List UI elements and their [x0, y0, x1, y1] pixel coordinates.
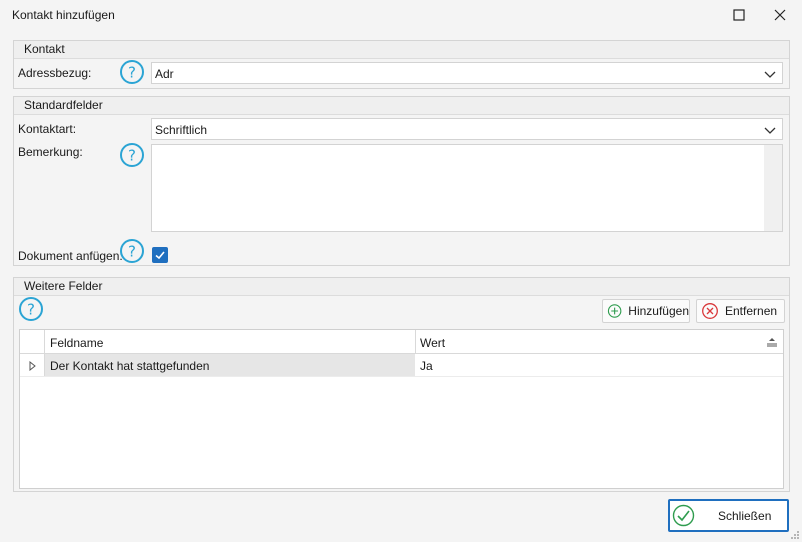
column-filter-icon[interactable] [766, 337, 778, 347]
check-circle-icon [672, 504, 695, 527]
svg-text:?: ? [128, 64, 136, 82]
checkmark-icon [155, 251, 165, 260]
column-header-wert[interactable]: Wert [420, 336, 445, 350]
adressbezug-label: Adressbezug: [18, 66, 92, 80]
adressbezug-value: Adr [155, 67, 174, 81]
add-field-button[interactable]: Hinzufügen [602, 299, 690, 323]
bemerkung-textarea[interactable] [151, 144, 783, 232]
column-header-feldname[interactable]: Feldname [50, 336, 103, 350]
help-circle-icon[interactable]: ? [119, 142, 145, 168]
dokument-label: Dokument anfügen: [18, 249, 123, 263]
kontakt-group-header: Kontakt [14, 41, 789, 59]
chevron-down-icon [764, 127, 776, 134]
help-circle-icon[interactable]: ? [119, 59, 145, 85]
help-circle-icon[interactable]: ? [119, 238, 145, 264]
close-button[interactable]: Schließen [668, 499, 789, 532]
resize-grip-icon[interactable] [790, 530, 800, 540]
fields-grid[interactable]: Feldname Wert Der Kontakt hat stattgefun… [19, 329, 784, 489]
x-circle-icon [702, 303, 718, 319]
grid-header: Feldname Wert [20, 330, 783, 354]
standardfelder-group: Standardfelder Kontaktart: Schriftlich B… [13, 96, 790, 266]
kontakt-group: Kontakt Adressbezug: ? Adr [13, 40, 790, 89]
column-divider[interactable] [415, 330, 416, 353]
remove-field-button[interactable]: Entfernen [696, 299, 785, 323]
grid-indicator-header [20, 330, 45, 353]
svg-text:?: ? [128, 243, 136, 261]
close-icon [774, 9, 786, 21]
svg-text:?: ? [128, 147, 136, 165]
maximize-icon [733, 9, 745, 21]
kontaktart-value: Schriftlich [155, 123, 208, 137]
help-circle-icon[interactable]: ? [18, 296, 44, 322]
window-title: Kontakt hinzufügen [12, 8, 115, 22]
svg-text:?: ? [27, 301, 35, 319]
weitere-felder-group: Weitere Felder ? Hinzufügen Entfernen Fe… [13, 277, 790, 492]
bemerkung-label: Bemerkung: [18, 145, 83, 159]
dokument-checkbox[interactable] [152, 247, 168, 263]
cell-feldname[interactable]: Der Kontakt hat stattgefunden [50, 359, 209, 373]
close-window-button[interactable] [765, 4, 795, 26]
standardfelder-group-header: Standardfelder [14, 97, 789, 115]
title-bar: Kontakt hinzufügen [0, 0, 802, 30]
plus-circle-icon [607, 304, 622, 318]
expand-arrow-icon[interactable] [29, 361, 37, 371]
cell-wert[interactable]: Ja [420, 359, 433, 373]
close-button-label: Schließen [718, 509, 772, 523]
kontaktart-label: Kontaktart: [18, 122, 77, 136]
remove-field-label: Entfernen [725, 304, 778, 318]
add-field-label: Hinzufügen [628, 304, 689, 318]
weitere-felder-group-header: Weitere Felder [14, 278, 789, 296]
maximize-button[interactable] [724, 4, 754, 26]
adressbezug-select[interactable]: Adr [151, 62, 783, 84]
chevron-down-icon [764, 71, 776, 78]
bemerkung-scrollbar[interactable] [764, 145, 782, 231]
row-indicator[interactable] [20, 354, 45, 376]
kontaktart-select[interactable]: Schriftlich [151, 118, 783, 140]
table-row[interactable]: Der Kontakt hat stattgefunden Ja [20, 354, 783, 377]
